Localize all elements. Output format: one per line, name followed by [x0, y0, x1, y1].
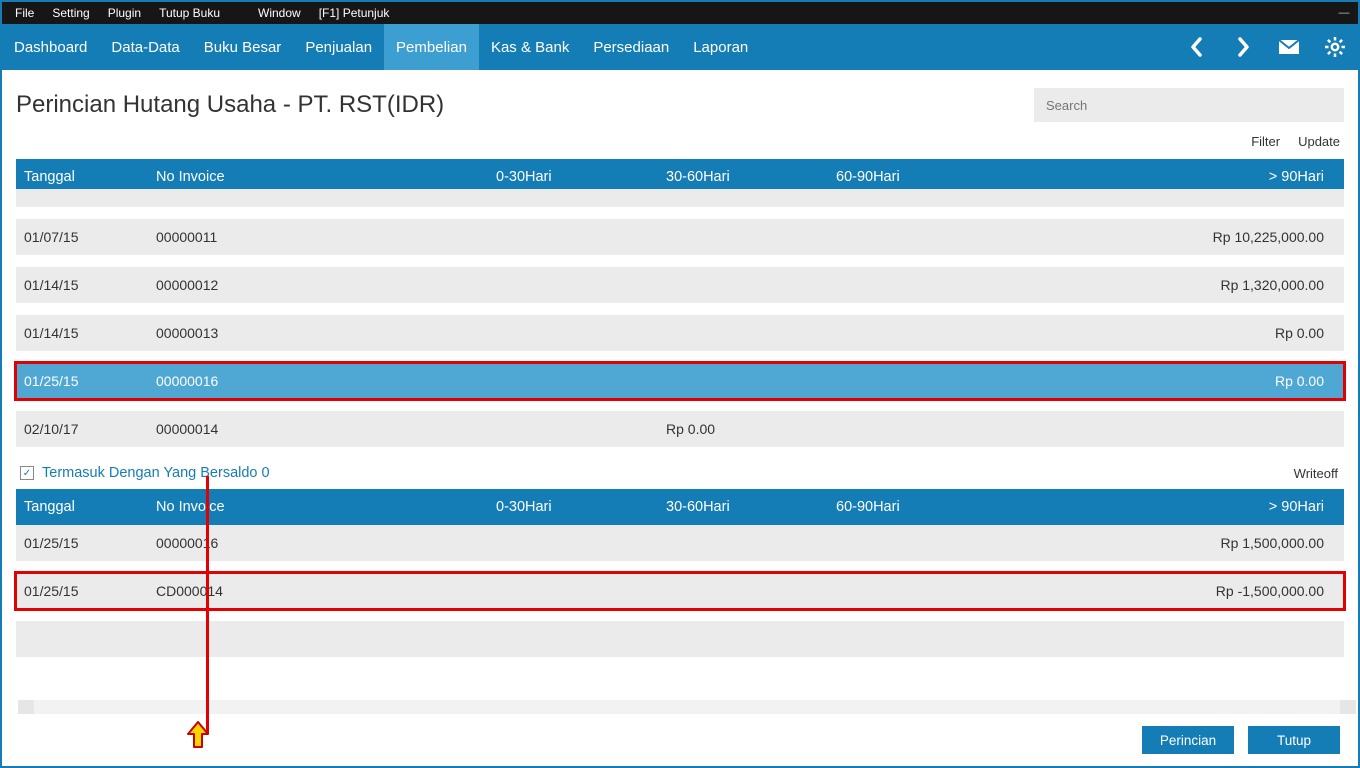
table-row[interactable]: 01/25/1500000016 Rp 0.00 — [16, 363, 1344, 399]
writeoff-link[interactable]: Writeoff — [1294, 466, 1340, 481]
nav-persediaan[interactable]: Persediaan — [581, 24, 681, 70]
page-header: Perincian Hutang Usaha - PT. RST(IDR) — [16, 88, 1344, 122]
nav-dashboard[interactable]: Dashboard — [2, 24, 99, 70]
menu-plugin[interactable]: Plugin — [99, 4, 150, 22]
table-row[interactable]: 01/14/1500000012 Rp 1,320,000.00 — [16, 267, 1344, 303]
table-row — [16, 621, 1344, 657]
col-tanggal[interactable]: Tanggal — [16, 169, 156, 185]
table-row[interactable]: 01/07/1500000011 Rp 10,225,000.00 — [16, 219, 1344, 255]
cell-tanggal: 01/07/15 — [16, 229, 156, 245]
detail-table-header: Tanggal No Invoice 0-30Hari 30-60Hari 60… — [16, 489, 1344, 525]
cell-30-60: Rp 0.00 — [666, 421, 836, 437]
cell-invoice: 00000011 — [156, 229, 496, 245]
cell-90plus: Rp 1,320,000.00 — [1006, 277, 1344, 293]
nav-kas-bank[interactable]: Kas & Bank — [479, 24, 581, 70]
footer-buttons: Perincian Tutup — [1142, 726, 1340, 754]
cell-tanggal: 01/25/15 — [16, 535, 156, 551]
gear-icon[interactable] — [1312, 24, 1358, 70]
cell-invoice: 00000013 — [156, 325, 496, 341]
cell-90plus: Rp 0.00 — [1006, 373, 1344, 389]
cell-tanggal: 01/25/15 — [16, 373, 156, 389]
annotation-line — [206, 476, 209, 734]
col-tanggal[interactable]: Tanggal — [16, 499, 156, 515]
nav-data-data[interactable]: Data-Data — [99, 24, 191, 70]
cell-tanggal: 01/14/15 — [16, 325, 156, 341]
cell-90plus: Rp 10,225,000.00 — [1006, 229, 1344, 245]
col-60-90[interactable]: 60-90Hari — [836, 499, 1006, 515]
table-row[interactable]: 01/14/1500000013 Rp 0.00 — [16, 315, 1344, 351]
col-60-90[interactable]: 60-90Hari — [836, 169, 1006, 185]
nav-forward-icon[interactable] — [1220, 24, 1266, 70]
cell-invoice: 00000012 — [156, 277, 496, 293]
col-90plus[interactable]: > 90Hari — [1006, 499, 1344, 515]
nav-pembelian[interactable]: Pembelian — [384, 24, 479, 70]
cell-90plus: Rp -1,500,000.00 — [1006, 583, 1344, 599]
menu-window[interactable]: Window — [249, 4, 310, 22]
horizontal-scrollbar[interactable] — [18, 700, 1356, 714]
cell-tanggal: 01/25/15 — [16, 583, 156, 599]
col-90plus[interactable]: > 90Hari — [1006, 169, 1344, 185]
col-no-invoice[interactable]: No Invoice — [156, 169, 496, 185]
app-window: File Setting Plugin Tutup Buku Window [F… — [0, 0, 1360, 768]
main-nav: Dashboard Data-Data Buku Besar Penjualan… — [2, 24, 1358, 70]
include-zero-balance-row: ✓ Termasuk Dengan Yang Bersaldo 0 Writeo… — [16, 459, 1344, 489]
update-link[interactable]: Update — [1298, 134, 1340, 149]
nav-laporan[interactable]: Laporan — [681, 24, 760, 70]
col-30-60[interactable]: 30-60Hari — [666, 499, 836, 515]
table-row[interactable] — [16, 189, 1344, 207]
menu-setting[interactable]: Setting — [43, 4, 98, 22]
table-row[interactable]: 01/25/1500000016Rp 1,500,000.00 — [16, 525, 1344, 561]
cell-90plus: Rp 0.00 — [1006, 325, 1344, 341]
tutup-button[interactable]: Tutup — [1248, 726, 1340, 754]
menu-file[interactable]: File — [6, 4, 43, 22]
menubar: File Setting Plugin Tutup Buku Window [F… — [2, 2, 1358, 24]
nav-back-icon[interactable] — [1174, 24, 1220, 70]
table-row[interactable]: 01/25/15CD000014Rp -1,500,000.00 — [16, 573, 1344, 609]
include-zero-balance-label: Termasuk Dengan Yang Bersaldo 0 — [42, 465, 270, 481]
include-zero-balance-checkbox[interactable]: ✓ — [20, 466, 34, 480]
menu-help[interactable]: [F1] Petunjuk — [310, 4, 399, 22]
filter-link[interactable]: Filter — [1251, 134, 1280, 149]
cell-invoice: 00000014 — [156, 421, 496, 437]
page-title: Perincian Hutang Usaha - PT. RST(IDR) — [16, 91, 444, 119]
nav-penjualan[interactable]: Penjualan — [293, 24, 384, 70]
col-30-60[interactable]: 30-60Hari — [666, 169, 836, 185]
table-row[interactable]: 02/10/1700000014 Rp 0.00 — [16, 411, 1344, 447]
annotation-arrow-icon — [186, 720, 210, 750]
search-input[interactable] — [1034, 88, 1344, 122]
toolbar: Filter Update — [16, 128, 1344, 159]
menu-tutup-buku[interactable]: Tutup Buku — [150, 4, 229, 22]
window-minimize-icon[interactable]: — — [1334, 7, 1354, 19]
cell-90plus: Rp 1,500,000.00 — [1006, 535, 1344, 551]
cell-invoice: 00000016 — [156, 373, 496, 389]
content-area: Perincian Hutang Usaha - PT. RST(IDR) Fi… — [2, 70, 1358, 766]
nav-buku-besar[interactable]: Buku Besar — [192, 24, 294, 70]
cell-tanggal: 01/14/15 — [16, 277, 156, 293]
col-0-30[interactable]: 0-30Hari — [496, 499, 666, 515]
col-0-30[interactable]: 0-30Hari — [496, 169, 666, 185]
cell-tanggal: 02/10/17 — [16, 421, 156, 437]
perincian-button[interactable]: Perincian — [1142, 726, 1234, 754]
mail-icon[interactable] — [1266, 24, 1312, 70]
